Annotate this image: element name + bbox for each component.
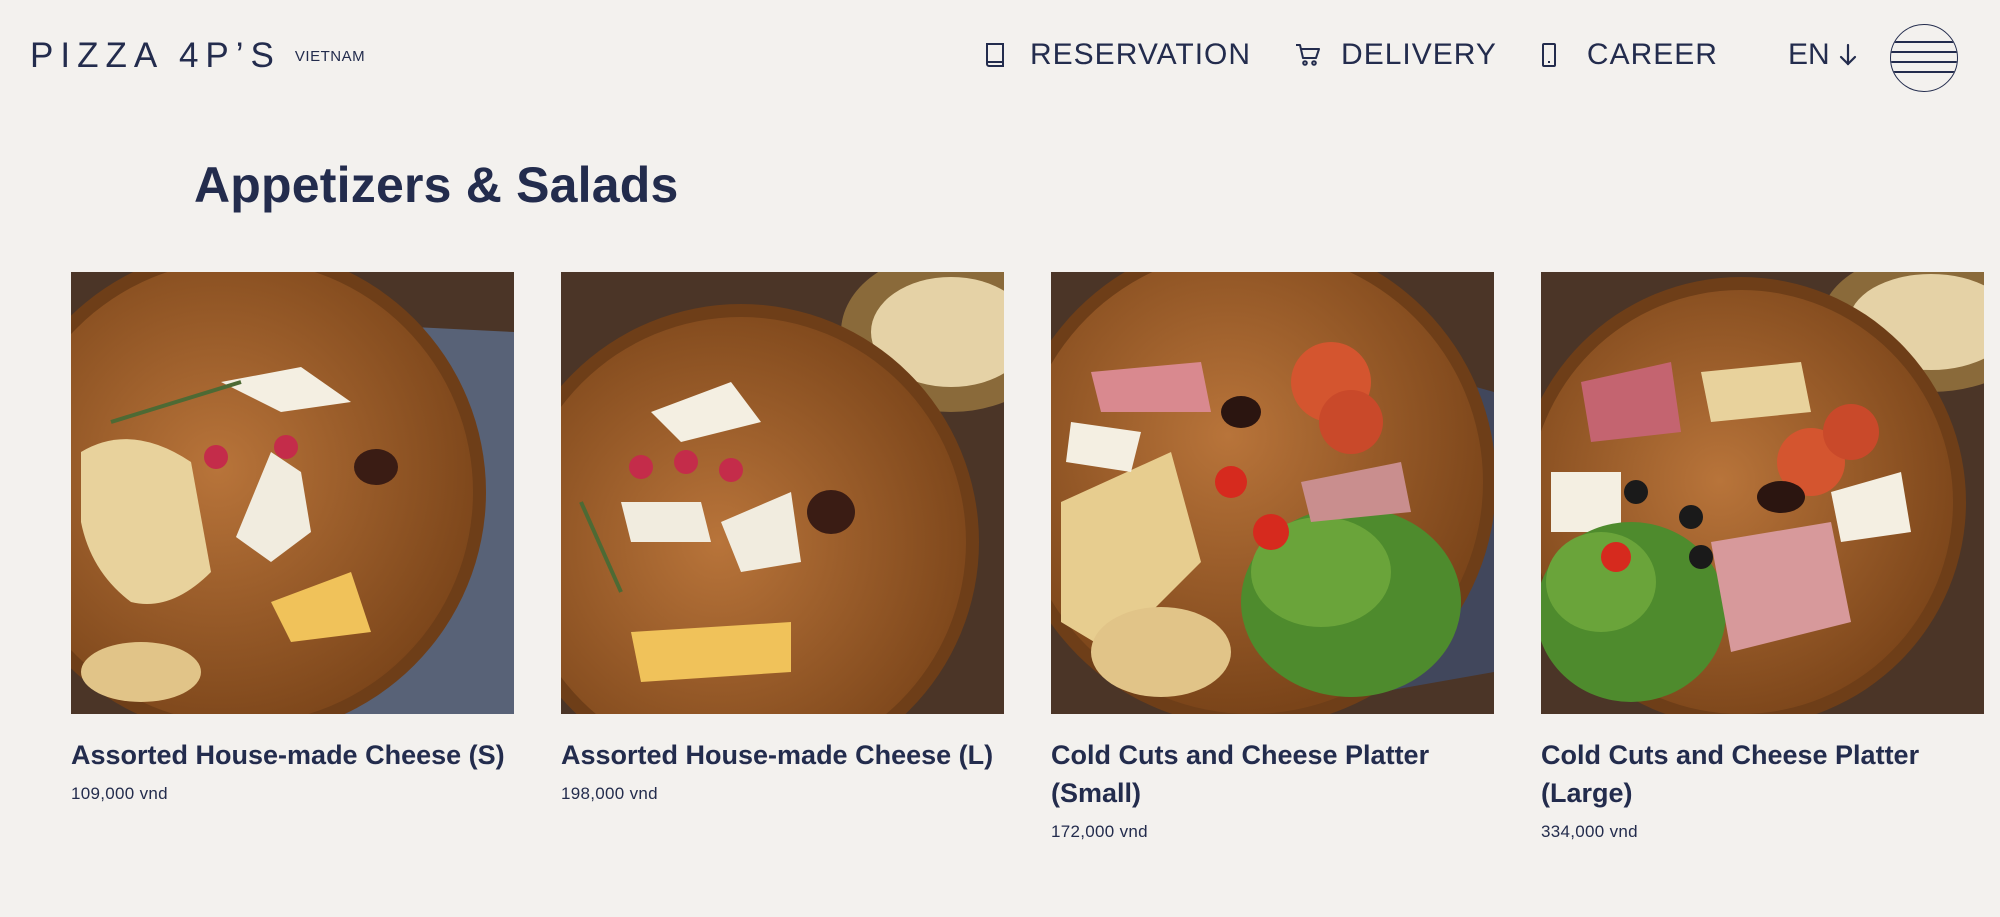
book-icon bbox=[984, 41, 1010, 69]
product-card[interactable]: Cold Cuts and Cheese Platter (Large) 334… bbox=[1541, 272, 1984, 842]
logo-region: VIETNAM bbox=[294, 48, 366, 65]
product-name[interactable]: Cold Cuts and Cheese Platter (Large) bbox=[1541, 736, 1984, 812]
hamburger-menu-icon[interactable] bbox=[1890, 24, 1958, 92]
product-price: 172,000 vnd bbox=[1051, 822, 1148, 841]
product-card[interactable]: Assorted House-made Cheese (L) 198,000 v… bbox=[561, 272, 1004, 842]
menu-bar bbox=[1891, 41, 1957, 43]
product-name[interactable]: Assorted House-made Cheese (L) bbox=[561, 736, 1004, 774]
nav-delivery-label: DELIVERY bbox=[1341, 38, 1497, 71]
product-grid: Assorted House-made Cheese (S) 109,000 v… bbox=[71, 272, 1984, 842]
language-label: EN bbox=[1787, 38, 1830, 71]
product-image[interactable] bbox=[1541, 272, 1984, 714]
nav-career-label: CAREER bbox=[1586, 38, 1718, 71]
phone-icon bbox=[1541, 41, 1567, 69]
section-title: Appetizers & Salads bbox=[194, 157, 679, 213]
product-image[interactable] bbox=[71, 272, 514, 714]
nav-reservation[interactable]: RESERVATION bbox=[984, 38, 1251, 72]
product-name[interactable]: Assorted House-made Cheese (S) bbox=[71, 736, 514, 774]
language-selector[interactable]: EN bbox=[1788, 38, 1860, 72]
main-nav: RESERVATION DELIVERY CAREER EN bbox=[984, 38, 1860, 72]
product-image[interactable] bbox=[561, 272, 1004, 714]
product-card[interactable]: Assorted House-made Cheese (S) 109,000 v… bbox=[71, 272, 514, 842]
logo-text: PIZZA 4P’S bbox=[30, 36, 281, 75]
product-name[interactable]: Cold Cuts and Cheese Platter (Small) bbox=[1051, 736, 1494, 812]
nav-career[interactable]: CAREER bbox=[1541, 38, 1718, 72]
menu-bar bbox=[1891, 71, 1957, 73]
product-price: 198,000 vnd bbox=[561, 784, 658, 803]
cart-icon bbox=[1295, 41, 1321, 69]
nav-reservation-label: RESERVATION bbox=[1030, 38, 1252, 71]
product-card[interactable]: Cold Cuts and Cheese Platter (Small) 172… bbox=[1051, 272, 1494, 842]
menu-bar bbox=[1891, 61, 1957, 63]
site-header: PIZZA 4P’S VIETNAM RESERVATION DELIVERY bbox=[0, 0, 2000, 116]
menu-bar bbox=[1891, 51, 1957, 53]
arrow-down-icon bbox=[1838, 42, 1860, 68]
nav-delivery[interactable]: DELIVERY bbox=[1295, 38, 1497, 72]
product-image[interactable] bbox=[1051, 272, 1494, 714]
product-price: 109,000 vnd bbox=[71, 784, 168, 803]
brand-logo[interactable]: PIZZA 4P’S VIETNAM bbox=[30, 36, 365, 76]
product-price: 334,000 vnd bbox=[1541, 822, 1638, 841]
